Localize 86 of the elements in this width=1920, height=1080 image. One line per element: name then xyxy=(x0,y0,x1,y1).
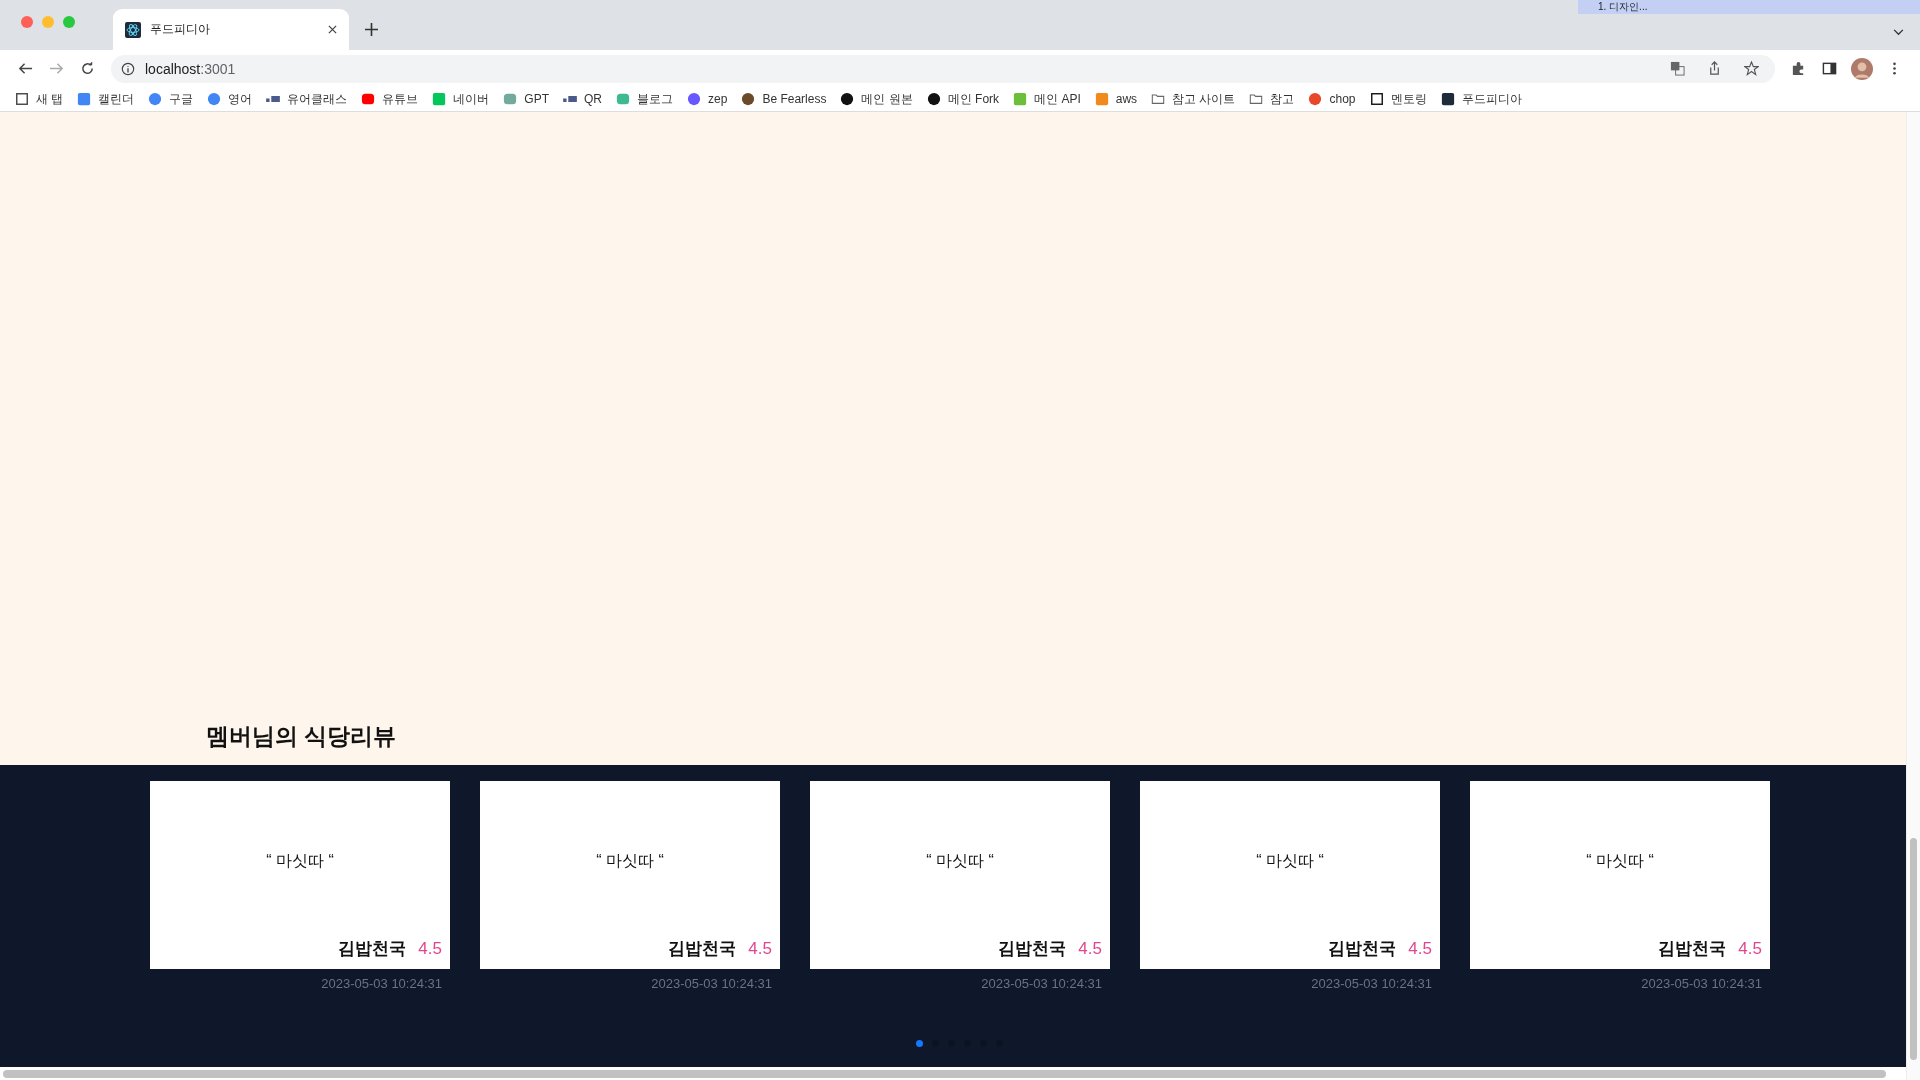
bookmark-item[interactable]: 유어클래스 xyxy=(266,90,348,108)
bookmark-item[interactable]: 푸드피디아 xyxy=(1440,90,1522,108)
bookmark-icon xyxy=(1094,92,1109,106)
bookmark-icon xyxy=(741,92,756,106)
review-quote: “ 마싯따 “ xyxy=(265,851,335,871)
vertical-scrollbar[interactable] xyxy=(1906,112,1920,1080)
review-quote: “ 마싯따 “ xyxy=(925,851,995,871)
bookmark-item[interactable]: 메인 원본 xyxy=(840,90,913,108)
bookmark-item[interactable]: 블로그 xyxy=(616,90,673,108)
review-quote: “ 마싯따 “ xyxy=(595,851,665,871)
star-icon[interactable] xyxy=(1744,61,1759,76)
section-title: 멤버님의 식당리뷰 xyxy=(206,722,397,751)
translate-icon[interactable] xyxy=(1670,61,1685,76)
bookmark-item[interactable]: 네이버 xyxy=(432,90,490,108)
rating: 4.5 xyxy=(418,938,442,959)
rating: 4.5 xyxy=(1078,938,1102,959)
bookmark-item[interactable]: 메인 API xyxy=(1013,90,1081,108)
address-bar[interactable]: localhost:3001 xyxy=(111,54,1775,83)
bookmark-item[interactable]: 캘린더 xyxy=(77,90,135,108)
bookmark-item[interactable]: 멘토링 xyxy=(1369,90,1427,108)
bookmark-item[interactable]: 영어 xyxy=(207,90,253,108)
bookmark-icon xyxy=(503,92,518,106)
browser-tab[interactable]: 푸드피디아 xyxy=(113,9,349,50)
bookmark-icon xyxy=(616,92,630,106)
bookmark-item[interactable]: 새 탭 xyxy=(15,90,64,108)
restaurant-name: 김밥천국 xyxy=(338,938,407,960)
bookmark-icon xyxy=(15,92,29,106)
bookmark-item[interactable]: QR xyxy=(563,92,602,106)
review-date: 2023-05-03 10:24:31 xyxy=(1310,975,1433,991)
close-tab-icon[interactable] xyxy=(328,25,337,34)
review-card[interactable]: “ 마싯따 “ 김밥천국 4.5 xyxy=(150,781,450,969)
bookmark-icon xyxy=(1308,92,1323,106)
bookmark-item[interactable]: 메인 Fork xyxy=(926,90,1000,108)
review-card[interactable]: “ 마싯따 “ 김밥천국 4.5 xyxy=(1140,781,1440,969)
bookmark-icon xyxy=(1440,92,1455,106)
rating: 4.5 xyxy=(748,938,772,959)
puzzle-icon[interactable] xyxy=(1791,61,1806,76)
info-icon xyxy=(121,61,135,76)
restaurant-name: 김밥천국 xyxy=(1658,938,1727,960)
bookmark-icon xyxy=(563,96,577,102)
folder-icon xyxy=(1151,92,1166,106)
bookmark-icon xyxy=(1369,92,1384,106)
bookmark-icon xyxy=(1013,92,1028,106)
review-date: 2023-05-03 10:24:31 xyxy=(320,975,443,991)
bookmark-icon xyxy=(148,92,163,106)
bookmark-icon xyxy=(266,96,281,102)
review-date: 2023-05-03 10:24:31 xyxy=(1640,975,1763,991)
folder-icon xyxy=(1249,92,1264,106)
review-date: 2023-05-03 10:24:31 xyxy=(980,975,1103,991)
tab-search-chevron-icon[interactable] xyxy=(1893,29,1904,36)
bookmark-item[interactable]: GPT xyxy=(503,92,549,106)
review-quote: “ 마싯따 “ xyxy=(1585,851,1655,871)
bookmark-icon xyxy=(432,92,447,106)
bookmark-item[interactable]: 유튜브 xyxy=(361,90,419,108)
rating: 4.5 xyxy=(1408,938,1432,959)
restaurant-name: 김밥천국 xyxy=(668,938,737,960)
back-arrow-icon[interactable] xyxy=(18,61,33,76)
bookmark-item[interactable]: 참고 xyxy=(1249,90,1295,108)
bookmark-icon xyxy=(207,92,222,106)
atom-icon xyxy=(125,21,141,38)
bookmark-icon xyxy=(361,92,376,106)
bookmark-item[interactable]: zep xyxy=(687,92,728,106)
share-icon[interactable] xyxy=(1707,61,1722,76)
review-date: 2023-05-03 10:24:31 xyxy=(650,975,773,991)
bookmark-icon xyxy=(926,92,941,106)
new-tab-icon[interactable] xyxy=(365,23,378,36)
restaurant-name: 김밥천국 xyxy=(1328,938,1397,960)
review-quote: “ 마싯따 “ xyxy=(1255,851,1325,871)
rating: 4.5 xyxy=(1738,938,1762,959)
bookmark-item[interactable]: chop xyxy=(1308,92,1356,106)
bookmark-icon xyxy=(687,92,701,106)
bookmark-item[interactable]: aws xyxy=(1094,92,1138,106)
reload-icon[interactable] xyxy=(80,61,95,76)
review-card[interactable]: “ 마싯따 “ 김밥천국 4.5 xyxy=(480,781,780,969)
bookmark-icon xyxy=(77,92,92,106)
bookmark-item[interactable]: Be Fearless xyxy=(741,92,827,106)
review-card[interactable]: “ 마싯따 “ 김밥천국 4.5 xyxy=(1470,781,1770,969)
bookmark-icon xyxy=(840,92,855,106)
overlay-label: 1. 디자인... xyxy=(1578,0,1920,14)
pagination-dot[interactable] xyxy=(916,1040,923,1047)
side-panel-icon[interactable] xyxy=(1822,61,1837,76)
restaurant-name: 김밥천국 xyxy=(998,938,1067,960)
avatar-icon[interactable] xyxy=(1851,57,1873,80)
review-card[interactable]: “ 마싯따 “ 김밥천국 4.5 xyxy=(810,781,1110,969)
bookmark-item[interactable]: 참고 사이트 xyxy=(1151,90,1236,108)
bookmark-item[interactable]: 구글 xyxy=(148,90,194,108)
